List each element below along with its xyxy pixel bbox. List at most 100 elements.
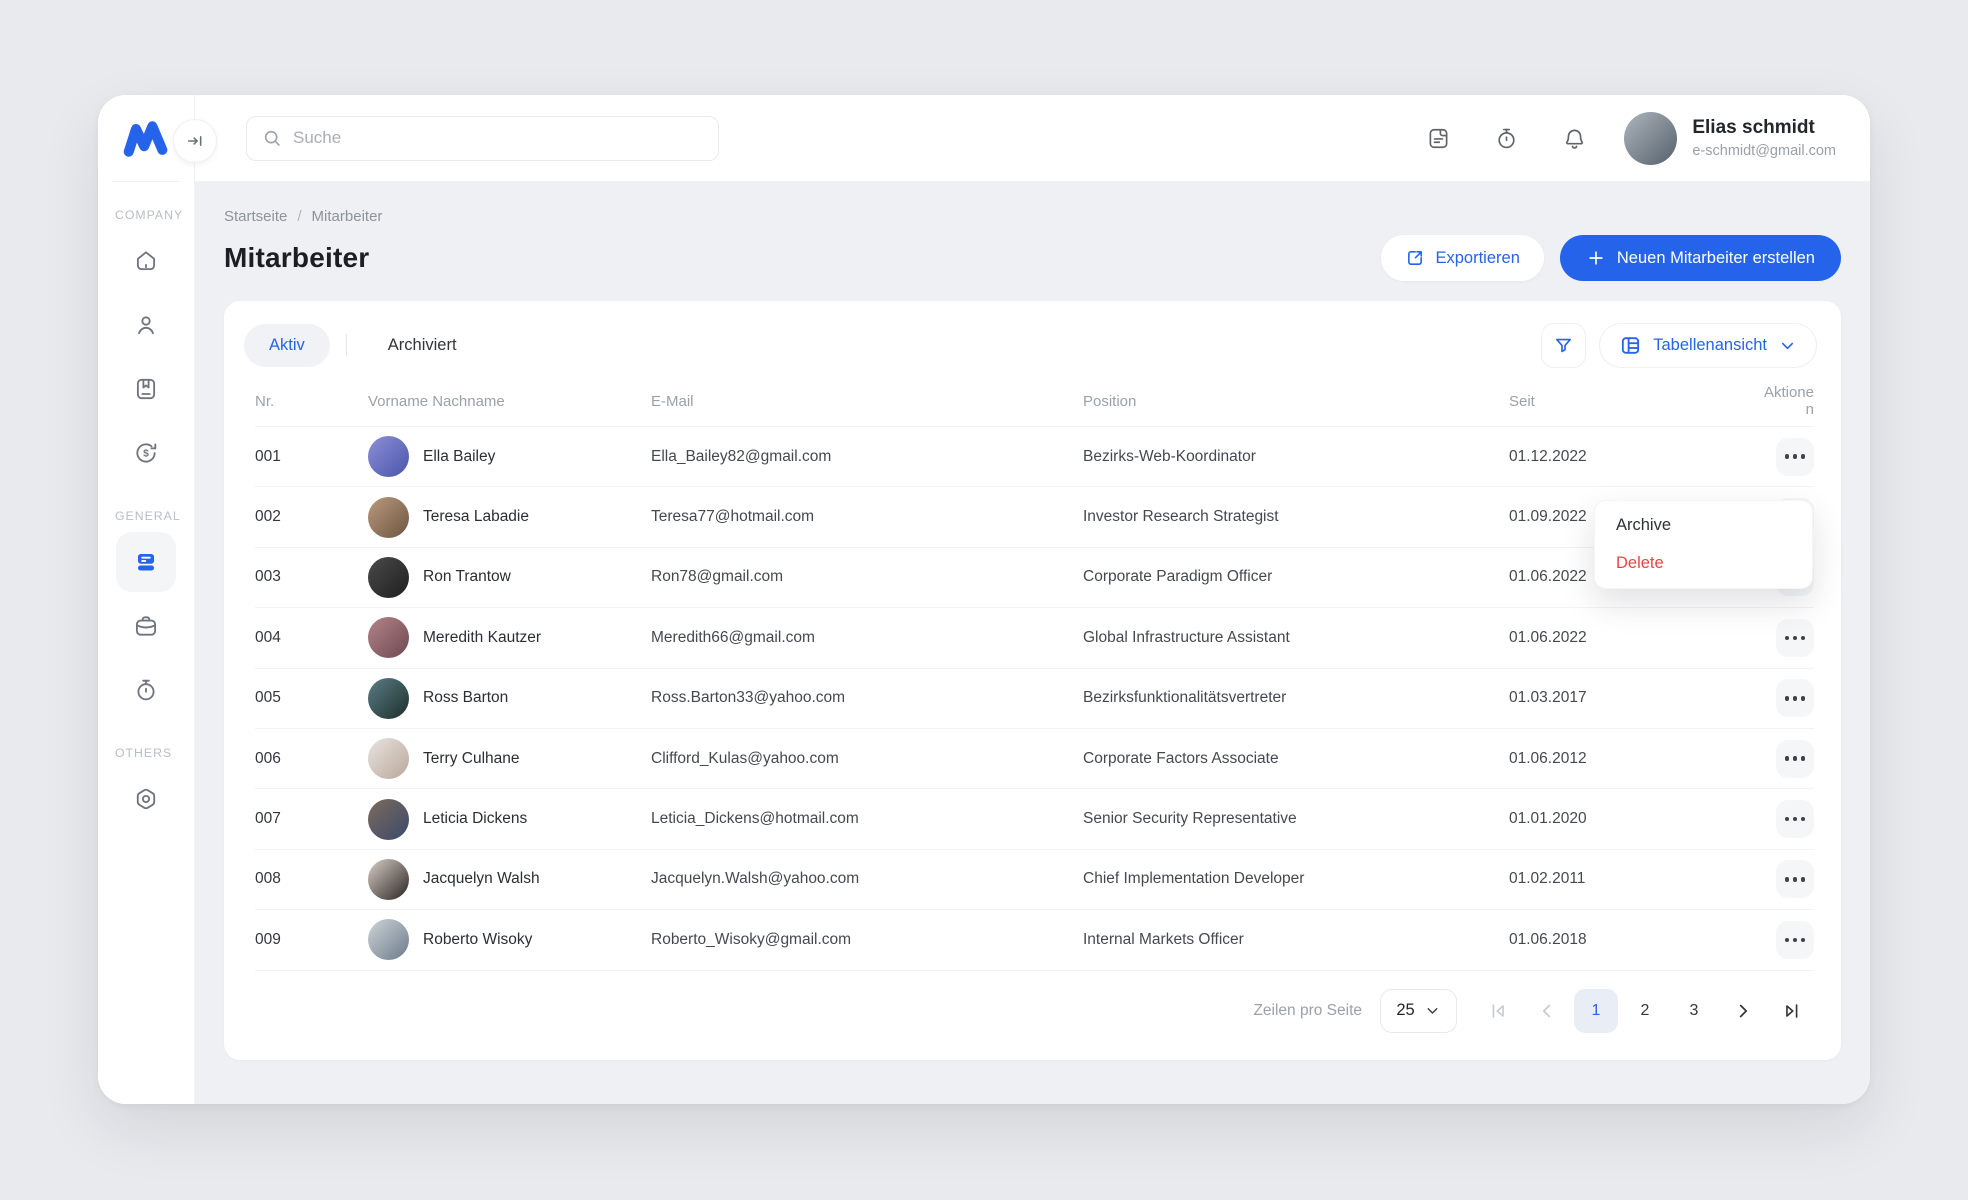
cell-position: Internal Markets Officer xyxy=(1083,931,1509,949)
search-input[interactable] xyxy=(293,128,703,148)
table-row[interactable]: 007 Leticia Dickens Leticia_Dickens@hotm… xyxy=(255,789,1814,849)
skip-first-icon xyxy=(1487,1000,1509,1022)
table-row[interactable]: 009 Roberto Wisoky Roberto_Wisoky@gmail.… xyxy=(255,910,1814,970)
sidebar-item-payroll[interactable]: $ xyxy=(116,423,176,483)
reports-button[interactable] xyxy=(1418,118,1458,158)
cell-seit: 01.03.2017 xyxy=(1509,689,1739,707)
create-employee-button[interactable]: Neuen Mitarbeiter erstellen xyxy=(1560,235,1841,281)
table-row[interactable]: 002 Teresa Labadie Teresa77@hotmail.com … xyxy=(255,487,1814,547)
breadcrumb: Startseite / Mitarbeiter xyxy=(224,208,1841,225)
employee-avatar xyxy=(368,919,409,960)
id-cards-icon xyxy=(133,549,159,575)
search-icon xyxy=(262,128,282,148)
page-button-3[interactable]: 3 xyxy=(1672,989,1716,1033)
prev-page-button[interactable] xyxy=(1525,989,1569,1033)
cell-actions xyxy=(1776,679,1814,717)
sidebar-item-employees-active[interactable] xyxy=(116,532,176,592)
last-page-button[interactable] xyxy=(1770,989,1814,1033)
stopwatch-icon xyxy=(133,677,159,703)
employee-name: Ross Barton xyxy=(423,689,508,707)
cell-actions xyxy=(1776,438,1814,476)
next-page-button[interactable] xyxy=(1721,989,1765,1033)
row-actions-button[interactable] xyxy=(1776,921,1814,959)
collapse-arrow-icon xyxy=(185,131,205,151)
employee-avatar xyxy=(368,557,409,598)
first-page-button[interactable] xyxy=(1476,989,1520,1033)
sidebar-item-home[interactable] xyxy=(116,231,176,291)
context-menu-archive[interactable]: Archive xyxy=(1616,516,1791,535)
sidebar-company-items: $ xyxy=(98,231,194,483)
home-icon xyxy=(133,248,159,274)
employee-name: Jacquelyn Walsh xyxy=(423,870,540,888)
user-icon xyxy=(133,312,159,338)
rows-per-page-value: 25 xyxy=(1396,1001,1414,1020)
cell-seit: 01.06.2022 xyxy=(1509,629,1739,647)
user-menu[interactable]: Elias schmidt e-schmidt@gmail.com xyxy=(1624,112,1836,165)
cell-name: Ross Barton xyxy=(368,678,651,719)
tab-archiviert[interactable]: Archiviert xyxy=(363,324,482,367)
cell-name: Meredith Kautzer xyxy=(368,617,651,658)
sidebar-collapse-button[interactable] xyxy=(173,119,217,163)
breadcrumb-separator: / xyxy=(297,208,301,225)
row-actions-button[interactable] xyxy=(1776,619,1814,657)
row-actions-button[interactable] xyxy=(1776,740,1814,778)
table-row[interactable]: 006 Terry Culhane Clifford_Kulas@yahoo.c… xyxy=(255,729,1814,789)
table-row[interactable]: 005 Ross Barton Ross.Barton33@yahoo.com … xyxy=(255,669,1814,729)
cell-nr: 001 xyxy=(255,448,368,466)
employee-avatar xyxy=(368,678,409,719)
cell-nr: 007 xyxy=(255,810,368,828)
sidebar-section-general: GENERAL xyxy=(98,509,194,523)
page-button-1[interactable]: 1 xyxy=(1574,989,1618,1033)
table-row[interactable]: 008 Jacquelyn Walsh Jacquelyn.Walsh@yaho… xyxy=(255,850,1814,910)
notifications-button[interactable] xyxy=(1554,118,1594,158)
cell-position: Corporate Factors Associate xyxy=(1083,750,1509,768)
card-toolbar: Aktiv Archiviert Tabellenansicht xyxy=(224,301,1841,367)
rows-per-page-select[interactable]: 25 xyxy=(1380,989,1457,1033)
filter-button[interactable] xyxy=(1541,323,1586,368)
cell-name: Ella Bailey xyxy=(368,436,651,477)
chevron-down-icon xyxy=(1778,336,1797,355)
table-row[interactable]: 004 Meredith Kautzer Meredith66@gmail.co… xyxy=(255,608,1814,668)
row-actions-button[interactable] xyxy=(1776,860,1814,898)
export-button[interactable]: Exportieren xyxy=(1381,235,1544,281)
cell-email: Clifford_Kulas@yahoo.com xyxy=(651,750,1083,768)
page-button-2[interactable]: 2 xyxy=(1623,989,1667,1033)
breadcrumb-startseite[interactable]: Startseite xyxy=(224,208,287,225)
table-row[interactable]: 001 Ella Bailey Ella_Bailey82@gmail.com … xyxy=(255,427,1814,487)
row-actions-button[interactable] xyxy=(1776,438,1814,476)
cell-nr: 008 xyxy=(255,870,368,888)
app-window: COMPANY $ xyxy=(98,95,1870,1104)
row-actions-button[interactable] xyxy=(1776,800,1814,838)
sidebar-item-handbook[interactable] xyxy=(116,359,176,419)
cell-email: Leticia_Dickens@hotmail.com xyxy=(651,810,1083,828)
employee-avatar xyxy=(368,436,409,477)
sidebar-general-items xyxy=(98,532,194,720)
context-menu-delete[interactable]: Delete xyxy=(1616,554,1791,573)
search-box[interactable] xyxy=(246,116,719,161)
breadcrumb-mitarbeiter: Mitarbeiter xyxy=(312,208,383,225)
sidebar-item-people[interactable] xyxy=(116,295,176,355)
cell-email: Ella_Bailey82@gmail.com xyxy=(651,448,1083,466)
employee-name: Ella Bailey xyxy=(423,448,495,466)
sidebar-item-settings[interactable] xyxy=(116,769,176,829)
row-actions-button[interactable] xyxy=(1776,679,1814,717)
table-row[interactable]: 003 Ron Trantow Ron78@gmail.com Corporat… xyxy=(255,548,1814,608)
sidebar-item-jobs[interactable] xyxy=(116,596,176,656)
sidebar-item-time-tracking[interactable] xyxy=(116,660,176,720)
cell-name: Terry Culhane xyxy=(368,738,651,779)
cell-actions xyxy=(1776,921,1814,959)
cell-seit: 01.06.2018 xyxy=(1509,931,1739,949)
view-switcher-dropdown[interactable]: Tabellenansicht xyxy=(1599,323,1817,368)
cell-actions xyxy=(1776,740,1814,778)
time-tracker-button[interactable] xyxy=(1486,118,1526,158)
cell-position: Bezirksfunktionalitätsvertreter xyxy=(1083,689,1509,707)
tab-aktiv[interactable]: Aktiv xyxy=(244,324,330,367)
cell-position: Global Infrastructure Assistant xyxy=(1083,629,1509,647)
cell-actions xyxy=(1776,860,1814,898)
cell-email: Meredith66@gmail.com xyxy=(651,629,1083,647)
status-tabs: Aktiv Archiviert xyxy=(244,324,482,367)
cell-email: Ross.Barton33@yahoo.com xyxy=(651,689,1083,707)
col-header-position: Position xyxy=(1083,393,1509,410)
funnel-filter-icon xyxy=(1553,335,1574,356)
employee-name: Leticia Dickens xyxy=(423,810,527,828)
